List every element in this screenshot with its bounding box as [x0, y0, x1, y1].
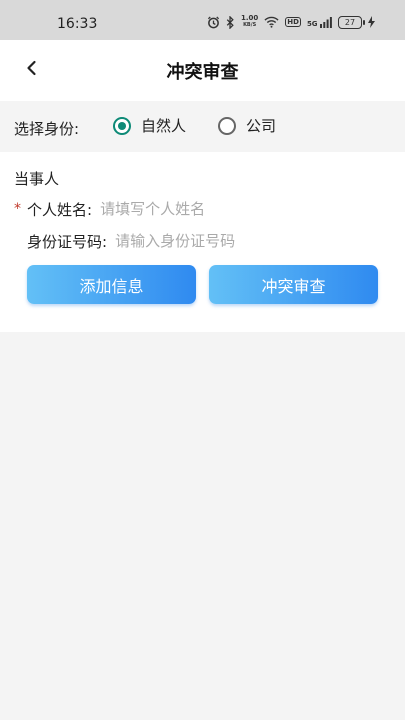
battery-icon: 27: [338, 15, 365, 29]
charging-icon: [368, 16, 375, 28]
radio-company[interactable]: 公司: [218, 115, 276, 136]
network-speed: 1.00 KB/S: [240, 14, 259, 29]
page-title: 冲突审查: [166, 62, 239, 83]
name-field-row: * 个人姓名:: [0, 197, 301, 221]
identity-selector: 选择身份: 自然人 公司: [0, 103, 405, 151]
radio-natural-person-label: 自然人: [141, 117, 187, 135]
id-field-row: 身份证号码:: [0, 229, 316, 253]
required-mark: *: [14, 201, 21, 217]
radio-unchecked-icon: [218, 116, 236, 135]
signal-icon: 5G: [307, 16, 332, 28]
radio-checked-icon: [113, 116, 131, 135]
section-title: 当事人: [14, 170, 60, 188]
app-bar: 冲突审查: [0, 40, 405, 101]
identity-label: 选择身份:: [14, 120, 80, 138]
alarm-icon: [207, 15, 220, 28]
name-label: 个人姓名:: [27, 200, 93, 219]
party-form-card: 当事人 * 个人姓名: 身份证号码: 添加信息 冲突审查: [0, 152, 405, 332]
name-input[interactable]: [100, 200, 301, 218]
status-bar: 16:33 1.00 KB/S HD 5G 27: [0, 0, 405, 40]
bluetooth-icon: [226, 15, 234, 29]
radio-natural-person[interactable]: 自然人: [113, 115, 186, 136]
add-info-button[interactable]: 添加信息: [27, 265, 196, 304]
status-icons: 1.00 KB/S HD 5G 27: [207, 15, 375, 29]
hd-badge: HD: [285, 17, 301, 27]
id-label: 身份证号码:: [27, 232, 108, 251]
conflict-check-button[interactable]: 冲突审查: [209, 265, 378, 304]
status-time: 16:33: [57, 16, 98, 32]
radio-company-label: 公司: [246, 117, 277, 135]
wifi-icon: [264, 16, 279, 28]
id-number-input[interactable]: [115, 232, 316, 250]
